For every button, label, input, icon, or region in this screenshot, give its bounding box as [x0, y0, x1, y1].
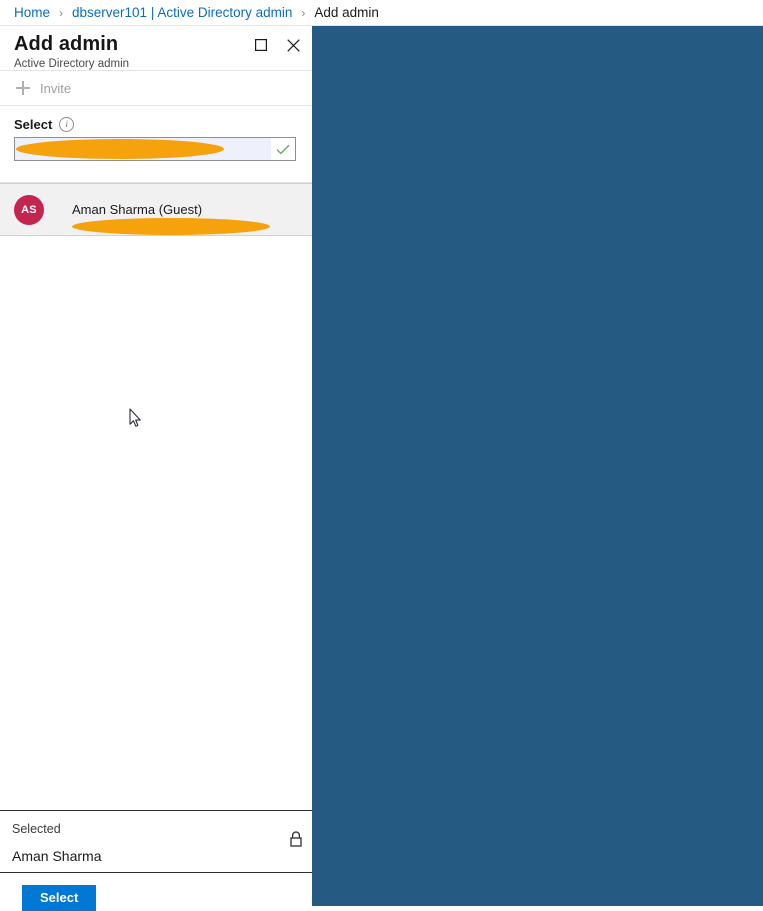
select-field-label: Select	[14, 117, 53, 132]
selected-value: Aman Sharma	[12, 848, 102, 864]
invite-button[interactable]: Invite	[16, 81, 71, 96]
select-field-section: Select i	[0, 106, 312, 161]
search-results-list: AS Aman Sharma (Guest)	[0, 183, 312, 236]
list-item-text: Aman Sharma (Guest)	[72, 201, 270, 235]
breadcrumb: Home › dbserver101 | Active Directory ad…	[0, 0, 763, 26]
blade-window-actions	[252, 36, 302, 54]
selected-heading: Selected	[12, 822, 61, 836]
workspace-backdrop	[312, 26, 763, 906]
select-input[interactable]	[15, 138, 271, 160]
command-bar: Invite	[0, 71, 312, 105]
maximize-icon[interactable]	[252, 36, 270, 54]
page-subtitle: Active Directory admin	[14, 58, 130, 70]
add-admin-blade: Add admin Active Directory admin Invite …	[0, 26, 312, 911]
list-item-name: Aman Sharma (Guest)	[72, 202, 203, 217]
info-icon[interactable]: i	[59, 117, 75, 132]
list-item[interactable]: AS Aman Sharma (Guest)	[0, 183, 312, 236]
breadcrumb-separator-icon: ›	[59, 5, 64, 20]
results-empty-area	[0, 237, 312, 784]
select-button[interactable]: Select	[22, 885, 97, 911]
selected-section: Selected Aman Sharma	[0, 811, 312, 873]
select-input-wrapper[interactable]	[14, 137, 296, 161]
lock-icon[interactable]	[288, 830, 304, 848]
breadcrumb-separator-icon: ›	[301, 5, 306, 20]
checkmark-icon	[271, 138, 295, 160]
breadcrumb-item-add-admin: Add admin	[314, 5, 379, 20]
action-bar: Select	[0, 873, 312, 911]
breadcrumb-item-home[interactable]: Home	[14, 5, 50, 20]
breadcrumb-item-dbserver101[interactable]: dbserver101 | Active Directory admin	[72, 5, 292, 20]
blade-header: Add admin Active Directory admin	[0, 26, 312, 70]
plus-icon	[16, 81, 30, 95]
avatar: AS	[14, 194, 44, 225]
list-item-redaction-highlight	[72, 218, 270, 235]
close-icon[interactable]	[284, 36, 302, 54]
select-label-row: Select i	[0, 106, 312, 137]
invite-button-label: Invite	[40, 80, 72, 96]
